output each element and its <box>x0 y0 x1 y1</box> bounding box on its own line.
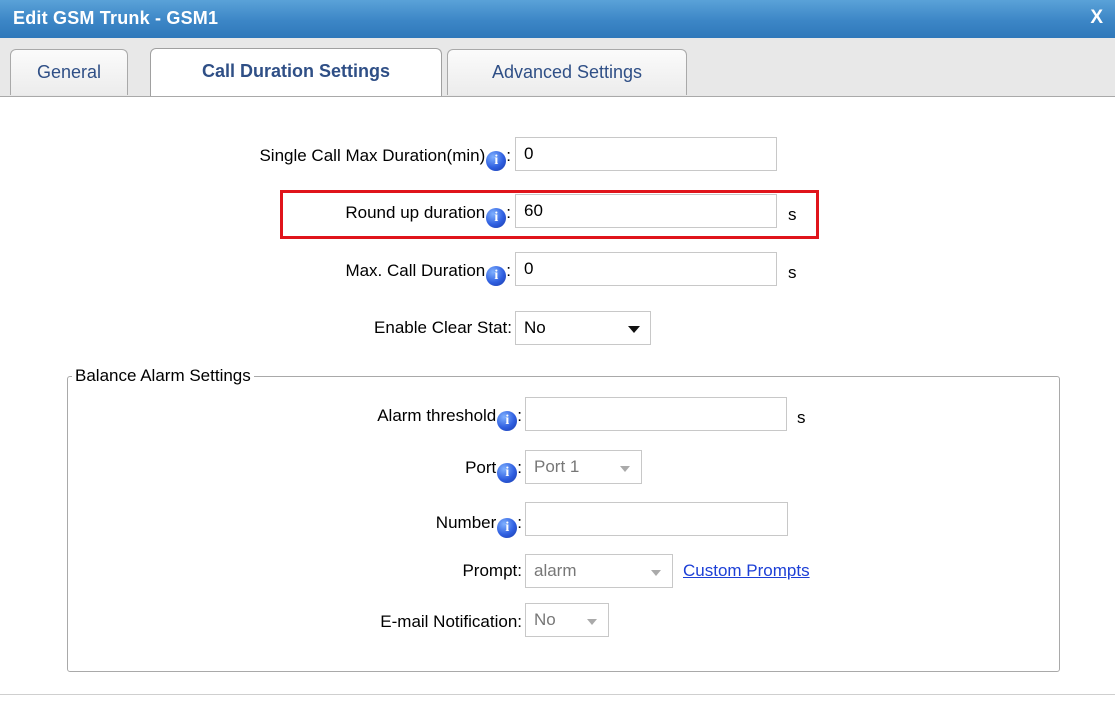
enable-clear-stat-select[interactable]: No <box>515 311 651 345</box>
alarm-threshold-input[interactable] <box>525 397 787 431</box>
tab-advanced-settings[interactable]: Advanced Settings <box>447 49 687 95</box>
alarm-threshold-unit: s <box>797 408 806 427</box>
email-notification-select[interactable]: No <box>525 603 609 637</box>
info-icon[interactable]: i <box>497 518 518 538</box>
round-up-duration-input[interactable]: 60 <box>515 194 777 228</box>
info-icon[interactable]: i <box>486 151 507 171</box>
tab-general[interactable]: General <box>10 49 128 95</box>
prompt-label: Prompt: <box>462 561 522 580</box>
chevron-down-icon <box>620 466 630 472</box>
info-icon[interactable]: i <box>486 266 507 286</box>
tab-call-duration-settings[interactable]: Call Duration Settings <box>150 48 442 96</box>
chevron-down-icon <box>587 619 597 625</box>
single-call-max-input[interactable]: 0 <box>515 137 777 171</box>
custom-prompts-link[interactable]: Custom Prompts <box>683 561 810 581</box>
port-select[interactable]: Port 1 <box>525 450 642 484</box>
round-up-unit: s <box>788 205 797 224</box>
number-label: Number i: <box>436 513 522 538</box>
alarm-threshold-label: Alarm threshold i: <box>377 406 522 431</box>
divider <box>0 694 1115 695</box>
info-icon[interactable]: i <box>497 463 518 483</box>
number-input[interactable] <box>525 502 788 536</box>
tab-bar: General Call Duration Settings Advanced … <box>0 38 1115 97</box>
port-label: Port i: <box>465 458 522 483</box>
info-icon[interactable]: i <box>486 208 507 228</box>
info-icon[interactable]: i <box>497 411 518 431</box>
max-call-duration-input[interactable]: 0 <box>515 252 777 286</box>
chevron-down-icon <box>651 570 661 576</box>
round-up-duration-label: Round up duration i: <box>345 203 511 228</box>
prompt-select[interactable]: alarm <box>525 554 673 588</box>
max-call-unit: s <box>788 263 797 282</box>
balance-alarm-legend: Balance Alarm Settings <box>72 366 254 386</box>
chevron-down-icon <box>628 326 640 333</box>
email-notification-label: E-mail Notification: <box>380 612 522 631</box>
max-call-duration-label: Max. Call Duration i: <box>345 261 511 286</box>
dialog-title: Edit GSM Trunk - GSM1 <box>13 8 219 28</box>
single-call-max-label: Single Call Max Duration(min) i: <box>259 146 511 171</box>
dialog-titlebar: Edit GSM Trunk - GSM1 X <box>0 0 1115 38</box>
enable-clear-stat-label: Enable Clear Stat: <box>374 318 512 337</box>
close-button[interactable]: X <box>1090 7 1103 29</box>
